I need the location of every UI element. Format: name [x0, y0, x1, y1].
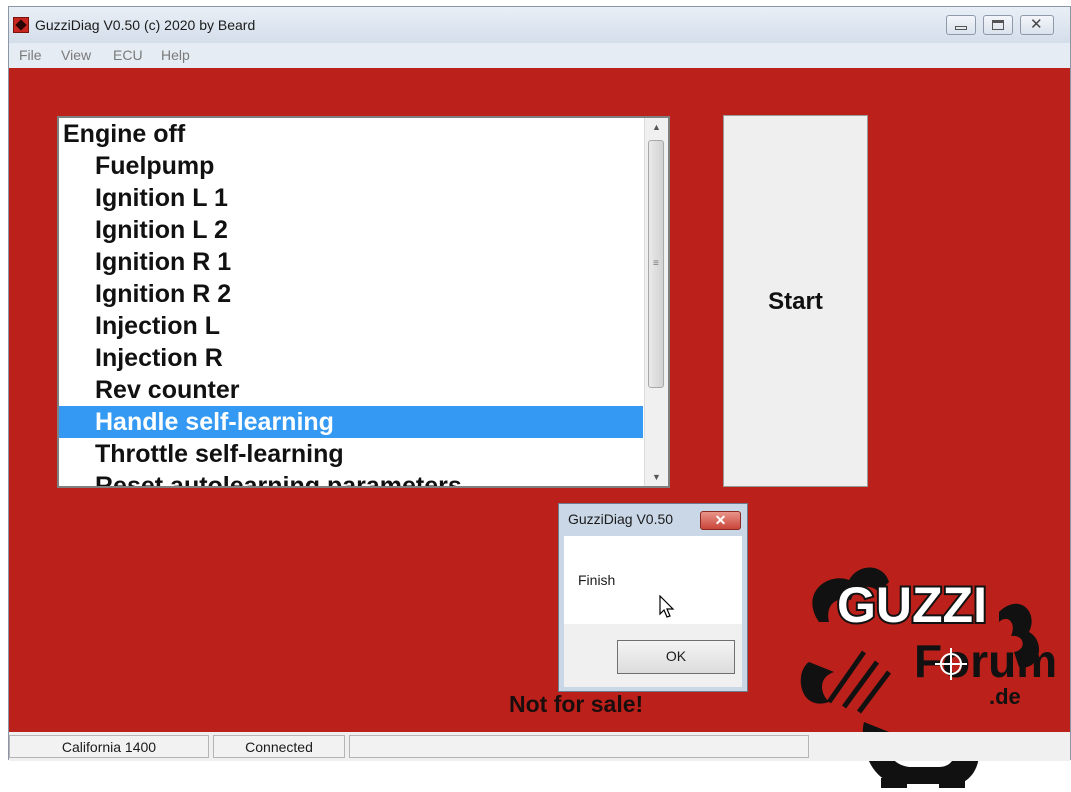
close-icon: ✕ — [1030, 16, 1043, 33]
list-item[interactable]: Injection L — [59, 310, 643, 342]
dialog-body: Finish — [564, 536, 742, 624]
start-button-label: Start — [768, 288, 823, 315]
list-item[interactable]: Ignition R 2 — [59, 278, 643, 310]
window-title: GuzziDiag V0.50 (c) 2020 by Beard — [35, 17, 256, 33]
list-item[interactable]: Ignition L 1 — [59, 182, 643, 214]
list-item[interactable]: Fuelpump — [59, 150, 643, 182]
dialog-footer: OK — [564, 624, 742, 687]
list-item[interactable]: Ignition R 1 — [59, 246, 643, 278]
menu-ecu[interactable]: ECU — [113, 47, 143, 63]
list-item[interactable]: Injection R — [59, 342, 643, 374]
app-icon — [13, 17, 29, 33]
status-connection: Connected — [213, 735, 345, 758]
maximize-icon — [992, 20, 1004, 30]
scroll-thumb[interactable]: ≡ — [648, 140, 664, 388]
menu-bar: File View ECU Help — [9, 43, 1070, 68]
list-scrollbar[interactable]: ▲ ≡ ▼ — [644, 118, 668, 486]
scroll-up-arrow-icon[interactable]: ▲ — [645, 118, 668, 136]
scroll-grip-icon: ≡ — [653, 258, 659, 269]
maximize-button[interactable] — [983, 15, 1013, 35]
list-item[interactable]: Rev counter — [59, 374, 643, 406]
close-icon: ✕ — [714, 512, 727, 528]
mouse-pointer-icon — [659, 595, 675, 618]
start-button[interactable]: Start — [723, 115, 868, 487]
dialog-close-button[interactable]: ✕ — [700, 511, 741, 530]
not-for-sale-notice: Not for sale! — [509, 691, 644, 717]
list-item[interactable]: Reset autolearning parameters — [59, 470, 643, 486]
status-bar: California 1400 Connected — [9, 732, 1070, 761]
minimize-icon — [955, 26, 967, 30]
dialog-title: GuzziDiag V0.50 — [568, 511, 674, 527]
ok-button[interactable]: OK — [617, 640, 735, 674]
logo-text-forum: Forum — [914, 635, 1057, 687]
dialog-message: Finish — [578, 572, 616, 588]
menu-help[interactable]: Help — [161, 47, 190, 63]
list-item-selected[interactable]: Handle self-learning — [59, 406, 643, 438]
menu-view[interactable]: View — [61, 47, 91, 63]
scroll-down-arrow-icon[interactable]: ▼ — [645, 468, 668, 486]
status-model: California 1400 — [9, 735, 209, 758]
list-item[interactable]: Engine off — [59, 118, 643, 150]
test-listbox[interactable]: Engine off Fuelpump Ignition L 1 Ignitio… — [57, 116, 670, 488]
status-empty-panel — [349, 735, 809, 758]
finish-dialog: GuzziDiag V0.50 ✕ Finish OK — [558, 503, 748, 692]
list-item[interactable]: Ignition L 2 — [59, 214, 643, 246]
client-area: Engine off Fuelpump Ignition L 1 Ignitio… — [9, 68, 1070, 788]
list-item[interactable]: Throttle self-learning — [59, 438, 643, 470]
close-button[interactable]: ✕ — [1020, 15, 1054, 35]
menu-file[interactable]: File — [19, 47, 42, 63]
main-window: GuzziDiag V0.50 (c) 2020 by Beard ✕ File… — [8, 6, 1071, 788]
logo-text-domain: .de — [989, 684, 1021, 709]
logo-text-guzzi: GUZZI — [837, 577, 987, 633]
minimize-button[interactable] — [946, 15, 976, 35]
title-bar[interactable]: GuzziDiag V0.50 (c) 2020 by Beard ✕ — [9, 7, 1070, 43]
